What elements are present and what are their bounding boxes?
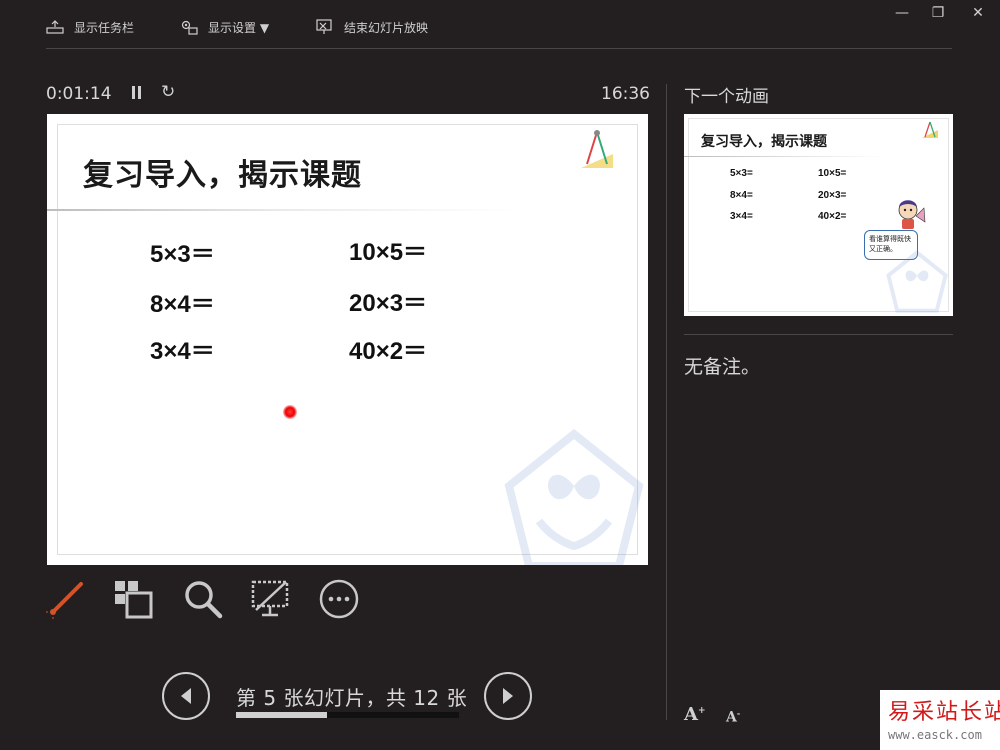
previous-slide-button[interactable] xyxy=(162,672,210,720)
equation: 8×4＝ xyxy=(150,291,215,318)
restart-timer-icon[interactable]: ↻ xyxy=(161,82,175,102)
triangle-right-icon xyxy=(503,688,513,704)
next-equation: 40×2= xyxy=(818,211,847,222)
site-url: www.easck.com xyxy=(888,728,982,742)
slide-title: 复习导入，揭示课题 xyxy=(83,158,362,193)
elapsed-timer: 0:01:14 xyxy=(46,84,112,104)
top-toolbar: 显示任务栏 显示设置 ▼ 结束幻灯片放映 — ❐ ✕ xyxy=(0,0,1000,50)
equation: 20×3＝ xyxy=(349,290,428,317)
next-equation: 20×3= xyxy=(818,190,847,201)
slide-progress-fill xyxy=(236,712,328,718)
slide-grid-icon[interactable] xyxy=(112,578,154,620)
speaker-notes[interactable]: 无备注。 xyxy=(684,352,760,379)
next-equation: 8×4= xyxy=(730,190,753,201)
school-logo-watermark-icon xyxy=(504,428,644,565)
more-options-icon[interactable] xyxy=(318,578,360,620)
laser-pointer xyxy=(283,405,297,419)
end-slideshow-button[interactable]: 结束幻灯片放映 xyxy=(316,18,428,36)
next-equation: 3×4= xyxy=(730,211,753,222)
ruler-compass-icon xyxy=(922,121,938,138)
zoom-icon[interactable] xyxy=(182,578,224,620)
restore-button[interactable]: ❐ xyxy=(928,4,948,22)
ruler-compass-icon xyxy=(581,130,613,168)
taskbar-icon xyxy=(46,20,64,34)
title-underline xyxy=(47,209,517,211)
show-taskbar-button[interactable]: 显示任务栏 xyxy=(46,18,134,36)
decrease-font-button[interactable]: A- xyxy=(726,708,740,726)
equation: 40×2＝ xyxy=(349,338,428,365)
increase-font-button[interactable]: A+ xyxy=(684,704,706,725)
equation: 5×3＝ xyxy=(150,241,215,268)
current-time: 16:36 xyxy=(601,84,650,104)
end-slideshow-label: 结束幻灯片放映 xyxy=(344,20,429,35)
cartoon-child-icon xyxy=(898,200,926,229)
site-name: 易采站长站 xyxy=(888,700,1000,725)
gear-monitor-icon xyxy=(181,20,198,35)
equation: 10×5＝ xyxy=(349,239,428,266)
end-show-icon xyxy=(316,19,332,34)
pause-icon[interactable] xyxy=(130,86,144,102)
pane-divider[interactable] xyxy=(666,84,667,720)
next-slide-preview[interactable]: 复习导入，揭示课题 5×3= 8×4= 3×4= 10×5= 20×3= 40×… xyxy=(684,114,953,316)
increase-font-label: A xyxy=(684,704,698,725)
current-slide[interactable]: 复习导入，揭示课题 5×3＝ 8×4＝ 3×4＝ 10×5＝ 20×3＝ 40×… xyxy=(47,114,648,565)
school-logo-watermark-icon xyxy=(886,249,948,313)
toolbar-divider xyxy=(46,48,952,49)
next-slide-title: 复习导入，揭示课题 xyxy=(701,134,827,150)
site-watermark: 易采站长站 www.easck.com xyxy=(880,690,1000,750)
next-equation: 10×5= xyxy=(818,168,847,179)
pen-laser-icon[interactable] xyxy=(45,578,87,620)
display-settings-button[interactable]: 显示设置 ▼ xyxy=(180,18,269,36)
display-settings-label: 显示设置 ▼ xyxy=(208,20,270,35)
show-taskbar-label: 显示任务栏 xyxy=(74,20,135,35)
slide-progress-bar xyxy=(236,712,459,718)
next-equation: 5×3= xyxy=(730,168,753,179)
notes-divider xyxy=(684,334,953,335)
next-title-underline xyxy=(684,156,884,157)
minimize-button[interactable]: — xyxy=(892,4,912,22)
next-animation-label: 下一个动画 xyxy=(684,87,769,107)
slide-counter[interactable]: 第 5 张幻灯片，共 12 张 xyxy=(236,682,467,711)
black-screen-icon[interactable] xyxy=(250,578,292,620)
close-button[interactable]: ✕ xyxy=(968,4,988,22)
decrease-font-label: A xyxy=(726,709,737,726)
triangle-left-icon xyxy=(181,688,191,704)
equation: 3×4＝ xyxy=(150,338,215,365)
next-slide-button[interactable] xyxy=(484,672,532,720)
